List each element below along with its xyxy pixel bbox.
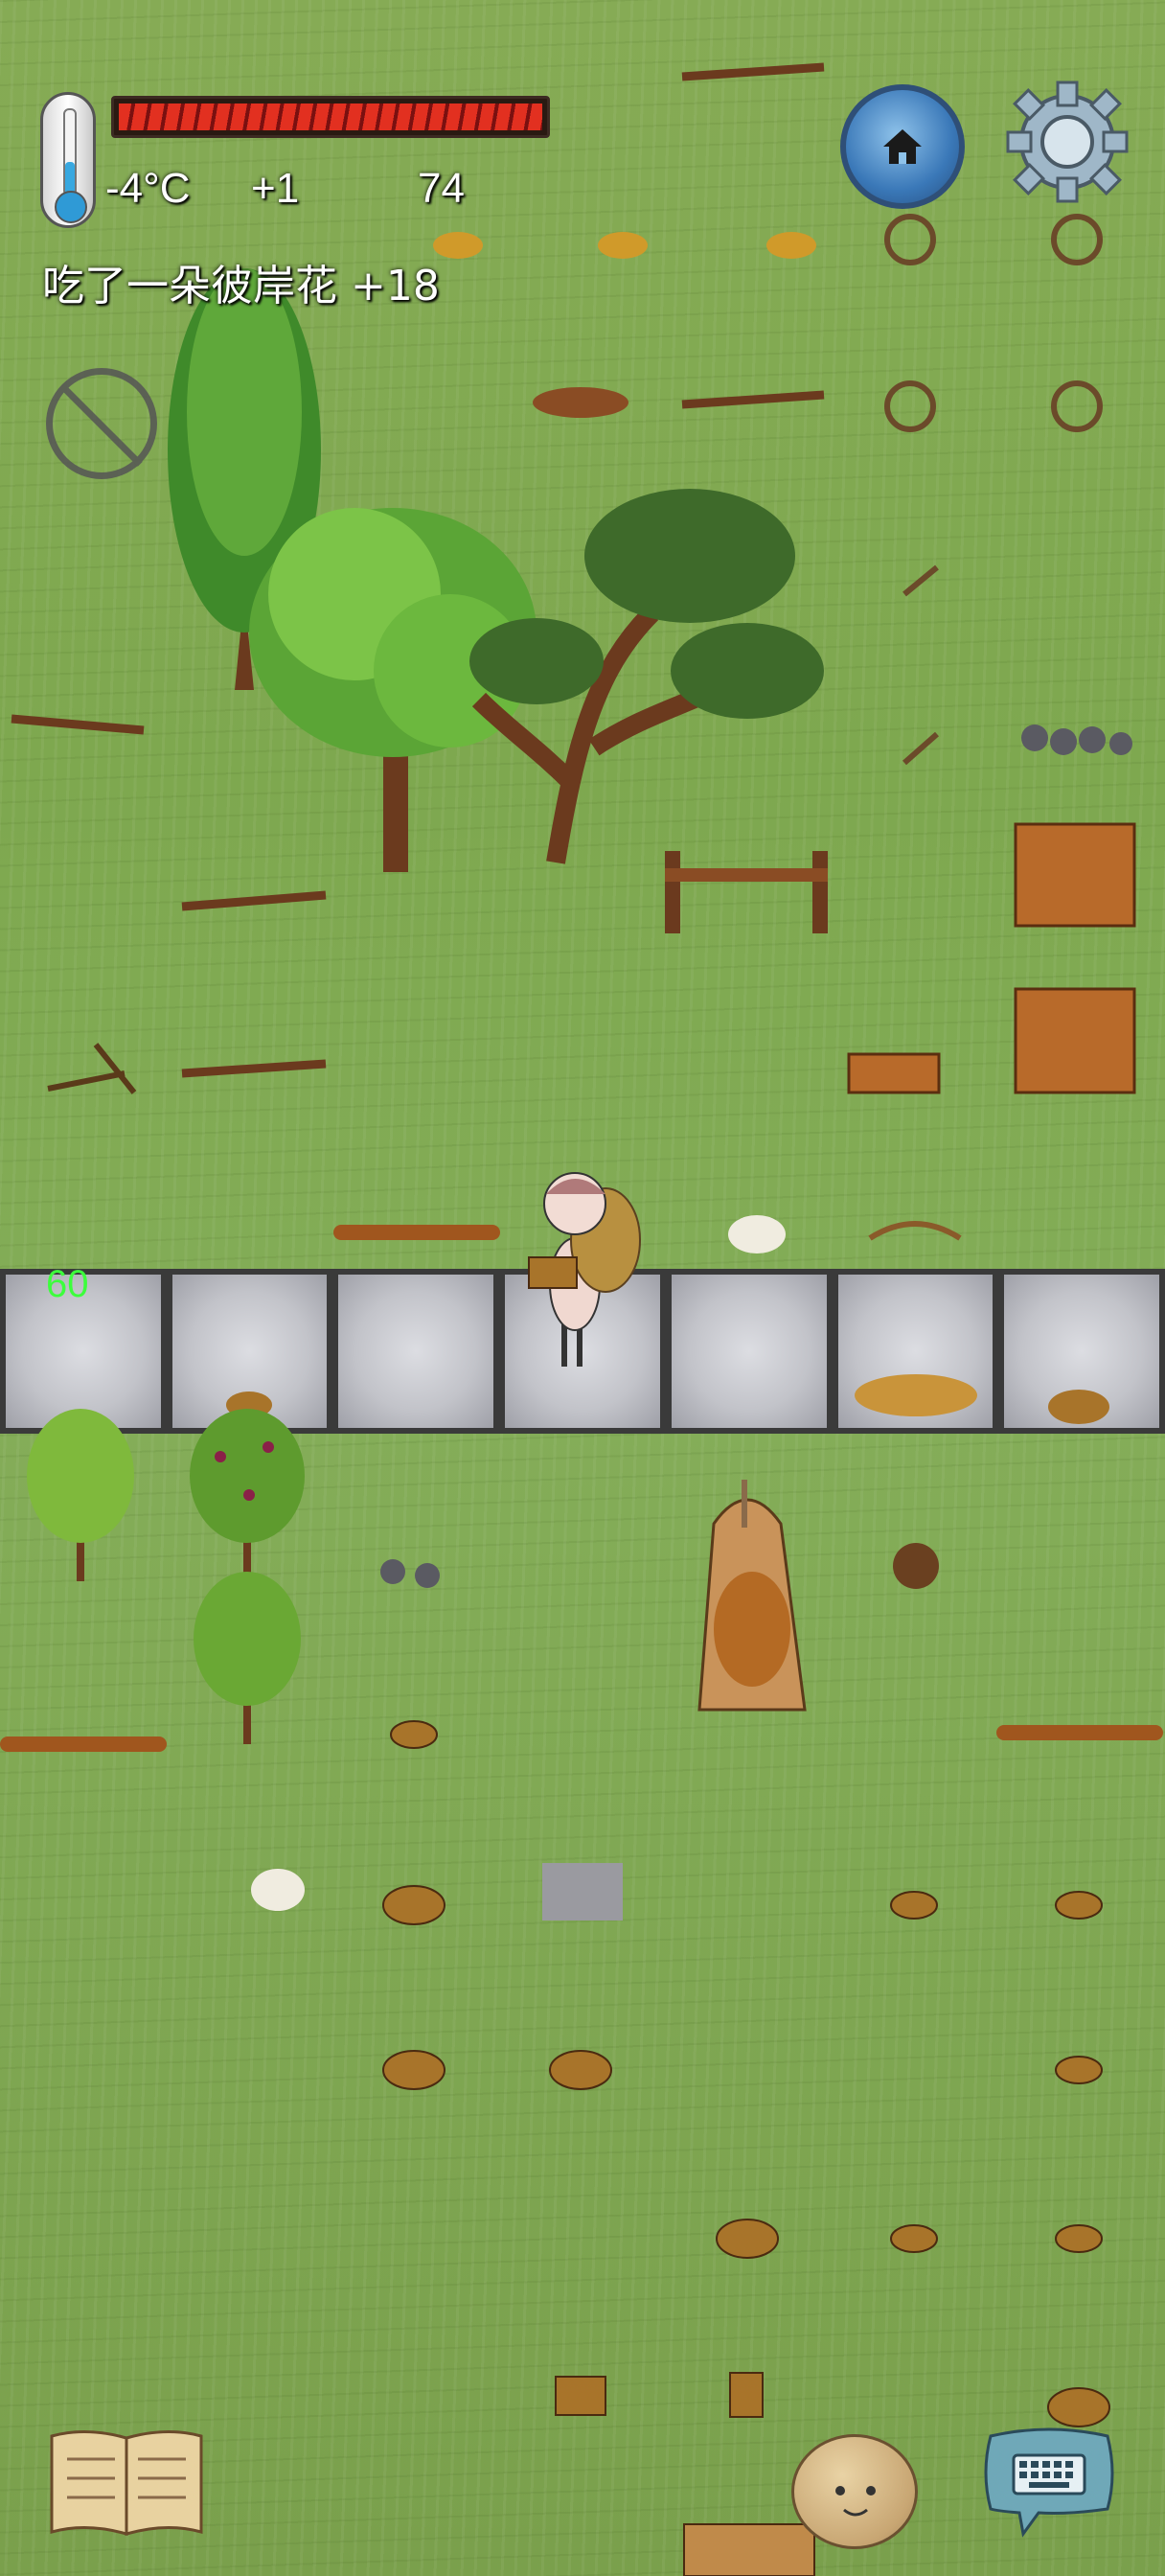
player-character[interactable] bbox=[528, 1172, 641, 1367]
emote-button[interactable] bbox=[791, 2434, 918, 2549]
log[interactable] bbox=[996, 1725, 1163, 1740]
firewood-pile[interactable] bbox=[1014, 822, 1136, 928]
bowl[interactable] bbox=[1055, 2056, 1103, 2084]
skull-bones[interactable] bbox=[728, 1215, 786, 1254]
home-button[interactable] bbox=[840, 84, 965, 209]
food-item[interactable] bbox=[433, 232, 483, 259]
basket[interactable] bbox=[382, 2050, 445, 2090]
basket[interactable] bbox=[1048, 1390, 1109, 1424]
basket[interactable] bbox=[1047, 2387, 1110, 2427]
branch[interactable] bbox=[11, 714, 145, 735]
rope[interactable] bbox=[884, 214, 936, 265]
dirt-pile[interactable] bbox=[533, 387, 628, 418]
bucket[interactable] bbox=[729, 2372, 764, 2418]
settings-button[interactable] bbox=[1002, 77, 1132, 207]
stone-pile[interactable] bbox=[1021, 724, 1132, 755]
bow[interactable] bbox=[868, 1221, 962, 1241]
bowl[interactable] bbox=[1055, 1891, 1103, 1920]
basket[interactable] bbox=[716, 2219, 779, 2259]
world-scene bbox=[0, 62, 1163, 2576]
health-bar-fill bbox=[119, 104, 542, 130]
home-icon bbox=[883, 129, 922, 164]
adobe-kiln[interactable] bbox=[697, 1480, 807, 1712]
straw-pile[interactable] bbox=[855, 1374, 977, 1416]
rope[interactable] bbox=[884, 380, 936, 432]
status-message: 吃了一朵彼岸花 +18 bbox=[42, 262, 440, 310]
temperature-delta: +1 bbox=[251, 165, 300, 212]
berry-bush[interactable] bbox=[190, 1409, 305, 1581]
rope[interactable] bbox=[1051, 214, 1103, 265]
gooseberry-bush[interactable] bbox=[27, 1409, 134, 1581]
food-item[interactable] bbox=[766, 232, 816, 259]
log[interactable] bbox=[333, 1225, 500, 1240]
fence-post[interactable] bbox=[665, 851, 828, 933]
food-value: 74 bbox=[418, 165, 465, 212]
flat-stone-stack[interactable] bbox=[542, 1863, 623, 1920]
pickaxe[interactable] bbox=[47, 1043, 137, 1094]
bowl[interactable] bbox=[890, 2224, 938, 2253]
keyboard-icon bbox=[984, 2427, 1114, 2538]
pine-tree[interactable] bbox=[469, 489, 824, 864]
branch[interactable] bbox=[681, 62, 825, 81]
bowl[interactable] bbox=[890, 1891, 938, 1920]
fps-counter: 60 bbox=[46, 1263, 89, 1305]
no-bug-toggle[interactable] bbox=[46, 368, 157, 479]
gear-icon bbox=[1006, 80, 1129, 203]
thermometer-icon bbox=[40, 92, 96, 228]
temperature-readout: -4°C bbox=[105, 165, 191, 212]
basket[interactable] bbox=[549, 2050, 612, 2090]
firewood-small[interactable] bbox=[847, 1052, 941, 1094]
basket[interactable] bbox=[382, 1885, 445, 1925]
food-item[interactable] bbox=[598, 232, 648, 259]
bowl[interactable] bbox=[390, 1720, 438, 1749]
log[interactable] bbox=[0, 1736, 167, 1752]
stone-pair[interactable] bbox=[380, 1559, 440, 1588]
keyboard-button[interactable] bbox=[981, 2426, 1117, 2540]
hatchet[interactable] bbox=[902, 731, 939, 766]
face-icon bbox=[835, 2486, 876, 2517]
branch[interactable] bbox=[181, 890, 327, 911]
recipe-book-button[interactable] bbox=[48, 2426, 205, 2540]
bowl[interactable] bbox=[1055, 2224, 1103, 2253]
book-icon bbox=[50, 2429, 203, 2536]
health-bar bbox=[111, 96, 550, 138]
rope[interactable] bbox=[1051, 380, 1103, 432]
burr[interactable] bbox=[893, 1543, 939, 1589]
hatchet[interactable] bbox=[902, 564, 939, 597]
bush[interactable] bbox=[194, 1572, 301, 1744]
branch[interactable] bbox=[681, 390, 825, 409]
plate-stack[interactable] bbox=[555, 2376, 606, 2416]
firewood-pile[interactable] bbox=[1014, 987, 1136, 1094]
skull[interactable] bbox=[251, 1869, 305, 1911]
branch[interactable] bbox=[181, 1059, 327, 1078]
